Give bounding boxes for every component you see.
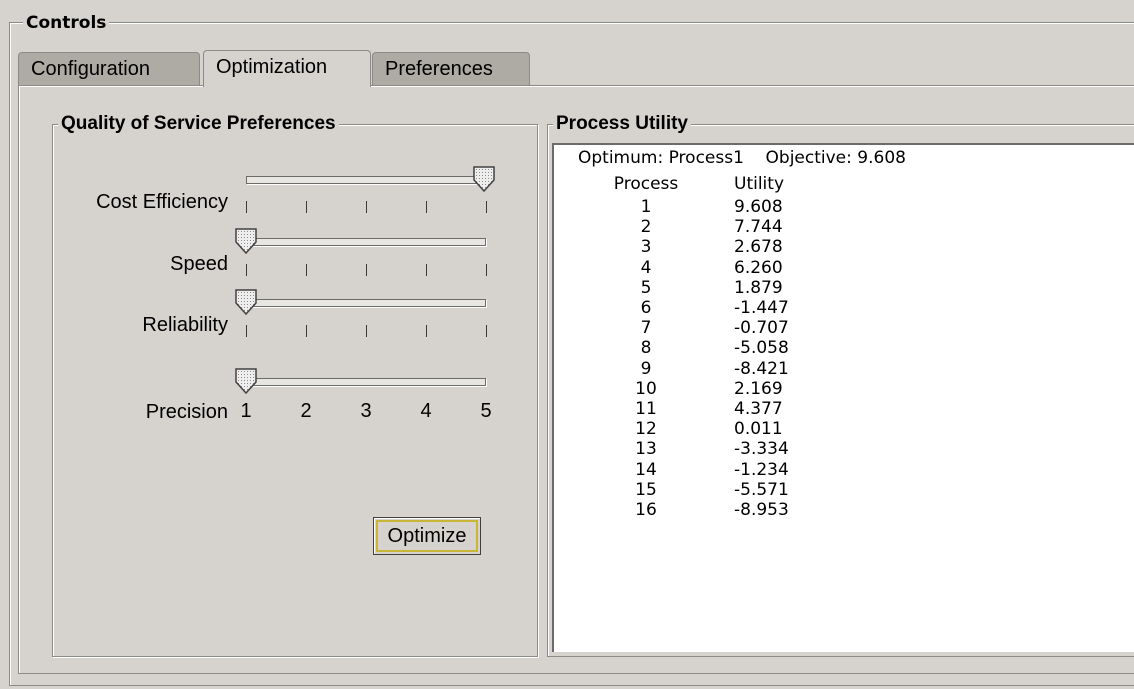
tab-panel-optimization bbox=[18, 85, 1134, 674]
process-utility-title: Process Utility bbox=[553, 113, 691, 135]
qos-preferences-title: Quality of Service Preferences bbox=[58, 113, 339, 135]
controls-title: Controls bbox=[23, 12, 110, 34]
tab-configuration[interactable]: Configuration bbox=[18, 52, 200, 86]
tab-optimization[interactable]: Optimization bbox=[203, 50, 371, 87]
tab-preferences[interactable]: Preferences bbox=[372, 52, 530, 86]
